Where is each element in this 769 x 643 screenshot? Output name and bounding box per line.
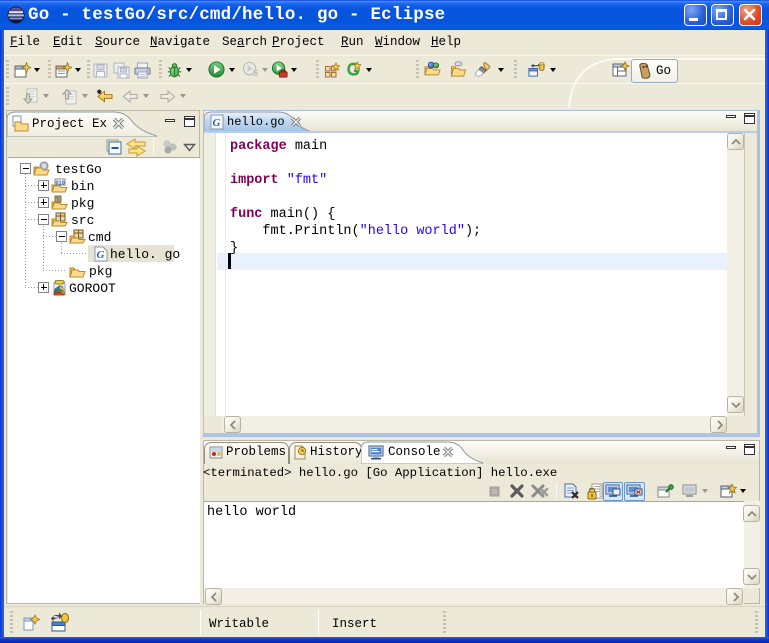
svg-text:G: G: [213, 117, 221, 129]
svg-text:G: G: [97, 249, 105, 261]
